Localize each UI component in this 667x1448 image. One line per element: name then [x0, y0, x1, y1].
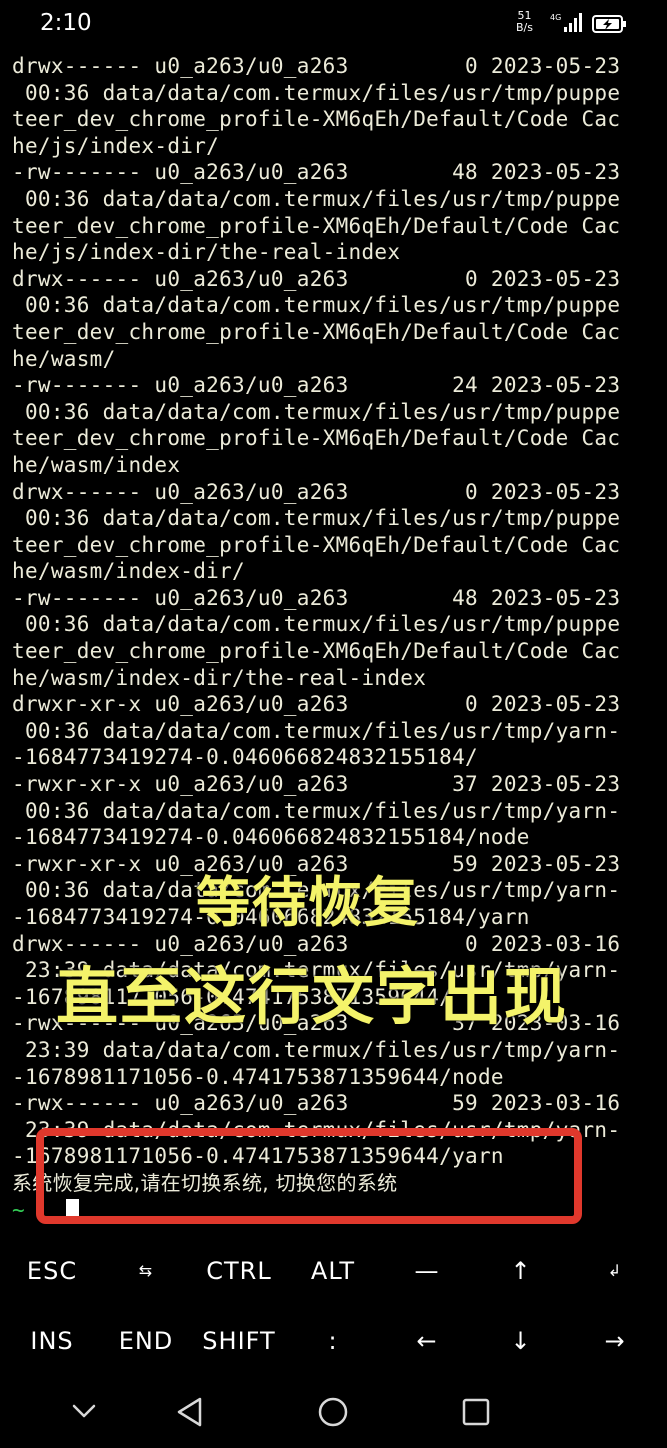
status-time: 2:10: [40, 10, 92, 36]
home-icon[interactable]: [313, 1394, 353, 1430]
alt-key[interactable]: ALT: [286, 1236, 380, 1306]
arrow-right-key[interactable]: →: [568, 1306, 662, 1376]
esc-key[interactable]: ESC: [5, 1236, 99, 1306]
terminal-line: -rw------- u0_a263/u0_a263 24 2023-05-23: [12, 373, 621, 398]
arrow-down-key[interactable]: ↓: [474, 1306, 568, 1376]
terminal-line: 00:36 data/data/com.termux/files/usr/tmp…: [12, 399, 621, 424]
network-speed: 51 B/s: [516, 10, 533, 34]
terminal-output[interactable]: drwx------ u0_a263/u0_a263 0 2023-05-23 …: [12, 53, 662, 1223]
extra-keys-bar: ESC ⇆ CTRL ALT — ↑ ↲ INS END SHIFT: ← ↓ →: [0, 1236, 667, 1376]
tab-key[interactable]: ⇆: [99, 1236, 193, 1306]
terminal-line: drwx------ u0_a263/u0_a263 0 2023-05-23: [12, 54, 621, 78]
signal-bars-icon: 4G: [550, 12, 584, 38]
terminal-line: drwx------ u0_a263/u0_a263 0 2023-05-23: [12, 479, 621, 504]
terminal-line: 23:39 data/data/com.termux/files/usr/tmp…: [12, 1037, 621, 1062]
terminal-line: teer_dev_chrome_profile-XM6qEh/Default/C…: [12, 213, 621, 238]
overlay-wait-text: 等待恢复: [196, 871, 420, 934]
terminal-line: teer_dev_chrome_profile-XM6qEh/Default/C…: [12, 107, 621, 132]
terminal-line: 00:36 data/data/com.termux/files/usr/tmp…: [12, 80, 621, 105]
terminal-line: he/wasm/: [12, 346, 116, 371]
battery-charging-icon: [592, 14, 628, 38]
terminal-line: 00:36 data/data/com.termux/files/usr/tmp…: [12, 506, 621, 531]
terminal-line: -rw------- u0_a263/u0_a263 48 2023-05-23: [12, 160, 621, 185]
recents-icon[interactable]: [455, 1394, 495, 1430]
end-key[interactable]: END: [99, 1306, 193, 1376]
terminal-line: teer_dev_chrome_profile-XM6qEh/Default/C…: [12, 319, 621, 344]
terminal-line: 00:36 data/data/com.termux/files/usr/tmp…: [12, 718, 621, 743]
terminal-line: he/js/index-dir/: [12, 133, 220, 158]
arrow-up-key[interactable]: ↑: [474, 1236, 568, 1306]
ctrl-key[interactable]: CTRL: [192, 1236, 286, 1306]
network-speed-unit: B/s: [516, 21, 533, 34]
network-type-label: 4G: [550, 13, 561, 22]
terminal-line: 00:36 data/data/com.termux/files/usr/tmp…: [12, 293, 621, 318]
shift-key[interactable]: SHIFT: [192, 1306, 286, 1376]
overlay-until-text: 直至这行文字出现: [56, 960, 569, 1033]
back-icon[interactable]: [170, 1394, 210, 1430]
terminal-line: he/wasm/index: [12, 452, 181, 477]
terminal-line: he/js/index-dir/the-real-index: [12, 240, 401, 265]
terminal-line: he/wasm/index-dir/the-real-index: [12, 665, 427, 690]
terminal-line: -rwx------ u0_a263/u0_a263 59 2023-03-16: [12, 1091, 621, 1116]
terminal-line: drwx------ u0_a263/u0_a263 0 2023-05-23: [12, 266, 621, 291]
arrow-left-key[interactable]: ←: [380, 1306, 474, 1376]
terminal-line: 00:36 data/data/com.termux/files/usr/tmp…: [12, 612, 621, 637]
terminal-line: -1684773419274-0.046066824832155184/: [12, 745, 478, 770]
terminal-line: 00:36 data/data/com.termux/files/usr/tmp…: [12, 186, 621, 211]
terminal-line: -1678981171056-0.4741753871359644/node: [12, 1064, 504, 1089]
terminal-line: he/wasm/index-dir/: [12, 559, 245, 584]
dash-key[interactable]: —: [380, 1236, 474, 1306]
terminal-line: drwxr-xr-x u0_a263/u0_a263 0 2023-05-23: [12, 692, 621, 717]
highlight-box: [36, 1128, 582, 1224]
prompt-symbol: ~: [12, 1197, 25, 1222]
terminal-line: -1684773419274-0.046066824832155184/node: [12, 825, 530, 850]
terminal-line: 00:36 data/data/com.termux/files/usr/tmp…: [12, 798, 621, 823]
navigation-bar: [0, 1376, 667, 1448]
hide-keyboard-icon[interactable]: [64, 1394, 104, 1430]
terminal-line: -rw------- u0_a263/u0_a263 48 2023-05-23: [12, 585, 621, 610]
colon-key[interactable]: :: [286, 1306, 380, 1376]
terminal-line: teer_dev_chrome_profile-XM6qEh/Default/C…: [12, 532, 621, 557]
enter-key[interactable]: ↲: [568, 1236, 662, 1306]
terminal-line: -rwxr-xr-x u0_a263/u0_a263 37 2023-05-23: [12, 772, 621, 797]
terminal-line: teer_dev_chrome_profile-XM6qEh/Default/C…: [12, 639, 621, 664]
terminal-line: teer_dev_chrome_profile-XM6qEh/Default/C…: [12, 426, 621, 451]
status-bar: 2:10 51 B/s 4G: [0, 0, 667, 52]
ins-key[interactable]: INS: [5, 1306, 99, 1376]
